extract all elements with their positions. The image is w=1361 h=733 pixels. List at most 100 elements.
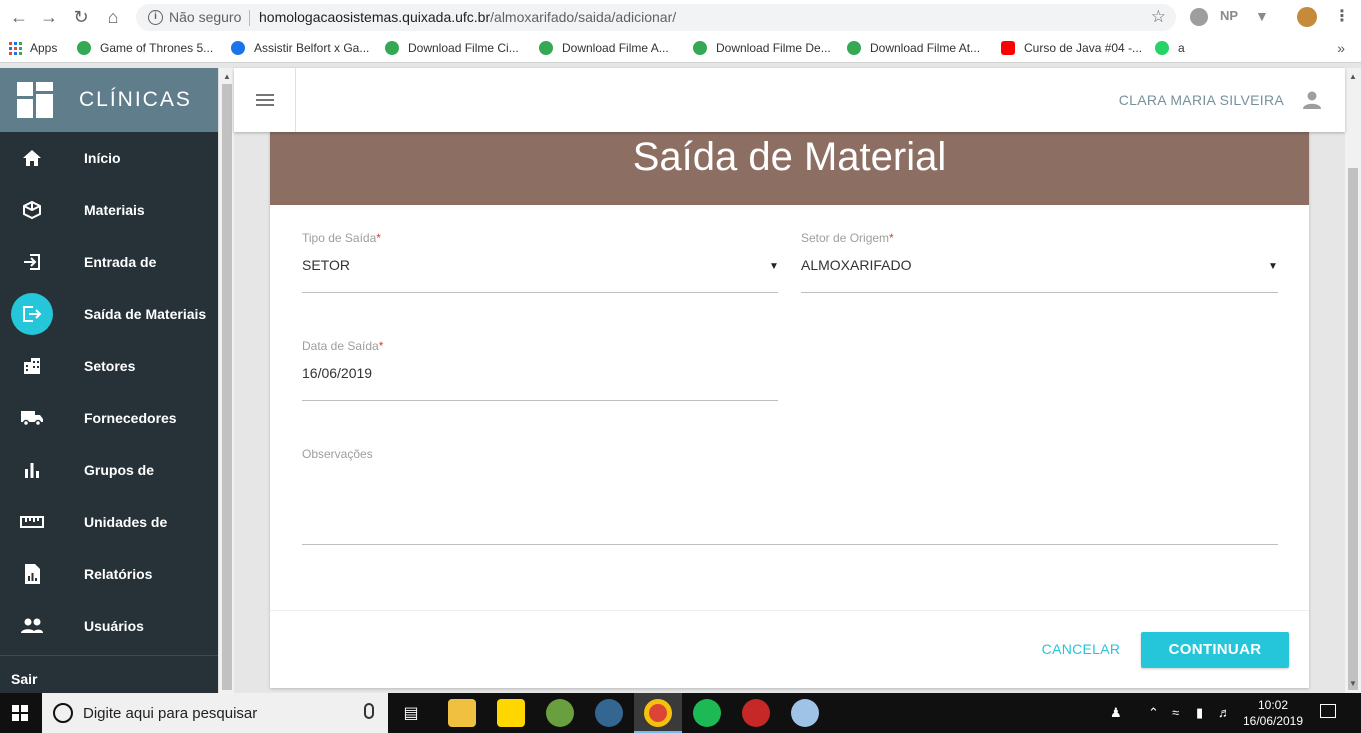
- extension-vpn-icon[interactable]: ▼: [1255, 8, 1269, 26]
- field-underline: [801, 292, 1278, 293]
- sidebar-item-usuarios[interactable]: Usuários: [0, 600, 218, 652]
- bookmark-item[interactable]: Download Filme A...: [539, 41, 669, 55]
- back-icon[interactable]: ←: [8, 6, 30, 28]
- volume-icon[interactable]: ♬: [1218, 705, 1231, 720]
- search-placeholder: Digite aqui para pesquisar: [83, 705, 258, 722]
- taskbar-search[interactable]: Digite aqui para pesquisar: [42, 693, 388, 733]
- setor-origem-select[interactable]: Setor de Origem* ALMOXARIFADO ▼: [801, 231, 1278, 293]
- whatsapp-icon: [1155, 41, 1169, 55]
- windows-logo-icon: [12, 705, 28, 721]
- bookmark-label: Download Filme De...: [716, 41, 831, 55]
- truck-icon: [16, 402, 48, 434]
- sidebar-scroll-thumb[interactable]: [222, 84, 232, 690]
- security-label: Não seguro: [169, 9, 242, 25]
- sidebar-item-entrada[interactable]: Entrada de: [0, 236, 218, 288]
- scroll-up-arrow-icon[interactable]: ▲: [1349, 72, 1357, 81]
- sidebar-item-label: Unidades de: [84, 514, 168, 530]
- people-tray-icon[interactable]: ♟: [1110, 705, 1122, 721]
- sticky-notes-icon[interactable]: [497, 699, 525, 727]
- logout-link[interactable]: Sair: [11, 671, 37, 687]
- bookmark-item[interactable]: Download Filme De...: [693, 41, 831, 55]
- forward-icon[interactable]: →: [38, 6, 60, 28]
- sidebar-item-saida[interactable]: Saída de Materiais: [0, 288, 218, 340]
- page-scroll-thumb[interactable]: [1348, 168, 1358, 690]
- bookmark-item[interactable]: Download Filme At...: [847, 41, 980, 55]
- dropdown-arrow-icon: ▼: [769, 261, 779, 272]
- info-icon[interactable]: i: [148, 10, 163, 25]
- bookmark-item[interactable]: Assistir Belfort x Ga...: [231, 41, 369, 55]
- app-header: CLARA MARIA SILVEIRA: [234, 68, 1345, 132]
- people-icon: [16, 610, 48, 642]
- bookmark-item[interactable]: Download Filme Ci...: [385, 41, 519, 55]
- sidebar-item-setores[interactable]: Setores: [0, 340, 218, 392]
- scroll-up-arrow-icon[interactable]: ▲: [223, 72, 231, 81]
- browser-menu-icon[interactable]: ⋮: [1334, 6, 1350, 25]
- extension-np-label: NP: [1220, 8, 1239, 23]
- home-icon[interactable]: ⌂: [102, 6, 124, 28]
- sidebar-item-inicio[interactable]: Início: [0, 132, 218, 184]
- menu-toggle-button[interactable]: [234, 68, 296, 132]
- field-underline: [302, 544, 1278, 545]
- field-underline: [302, 400, 778, 401]
- bookmark-apps[interactable]: Apps: [9, 41, 57, 55]
- wifi-icon[interactable]: ≈: [1172, 705, 1179, 720]
- profile-avatar[interactable]: [1297, 7, 1317, 27]
- sidebar-item-label: Grupos de: [84, 462, 155, 478]
- page-scrollbar[interactable]: ▲ ▼: [1345, 68, 1361, 693]
- sidebar-item-relatorios[interactable]: Relatórios: [0, 548, 218, 600]
- bookmark-label: Apps: [30, 41, 58, 55]
- battery-icon[interactable]: ▮: [1196, 705, 1203, 721]
- data-saida-field[interactable]: Data de Saída* 16/06/2019: [302, 339, 778, 401]
- logout-icon: [11, 293, 53, 335]
- required-mark: *: [889, 231, 894, 245]
- start-button[interactable]: [0, 693, 40, 733]
- sidebar-item-fornecedores[interactable]: Fornecedores: [0, 392, 218, 444]
- cancel-button[interactable]: CANCELAR: [1036, 637, 1126, 661]
- observacoes-textarea[interactable]: Observações: [302, 447, 1278, 545]
- file-explorer-icon[interactable]: [448, 699, 476, 727]
- bookmark-item[interactable]: Game of Thrones 5...: [77, 41, 213, 55]
- bookmark-item[interactable]: Curso de Java #04 -...: [1001, 41, 1142, 55]
- user-name[interactable]: CLARA MARIA SILVEIRA: [1119, 92, 1284, 108]
- sidebar-scrollbar[interactable]: ▲: [218, 68, 234, 693]
- bookmark-label: Curso de Java #04 -...: [1024, 41, 1143, 55]
- user-account-icon[interactable]: [1301, 89, 1323, 111]
- sidebar-item-materiais[interactable]: Materiais: [0, 184, 218, 236]
- url-text[interactable]: homologacaosistemas.quixada.ufc.br/almox…: [259, 9, 676, 25]
- system-clock[interactable]: 10:02 16/06/2019: [1240, 697, 1306, 729]
- bookmark-label: Game of Thrones 5...: [100, 41, 214, 55]
- url-host: homologacaosistemas.quixada.ufc.br: [259, 9, 491, 25]
- address-bar[interactable]: i Não seguro homologacaosistemas.quixada…: [136, 4, 1176, 31]
- sidebar-item-unidades[interactable]: Unidades de: [0, 496, 218, 548]
- sidebar-item-label: Início: [84, 150, 121, 166]
- chrome-icon[interactable]: [644, 699, 672, 727]
- bookmark-favicon-icon: [231, 41, 245, 55]
- brand: CLÍNICAS: [0, 68, 218, 132]
- spotify-icon[interactable]: [693, 699, 721, 727]
- android-studio-icon[interactable]: [546, 699, 574, 727]
- observacoes-label: Observações: [302, 447, 373, 461]
- tipo-saida-select[interactable]: Tipo de Saída* SETOR ▼: [302, 231, 779, 293]
- scroll-down-arrow-icon[interactable]: ▼: [1349, 679, 1357, 688]
- git-client-icon[interactable]: [742, 699, 770, 727]
- form-card: Saída de Material Tipo de Saída* SETOR ▼…: [270, 132, 1309, 688]
- sidebar-item-grupos[interactable]: Grupos de: [0, 444, 218, 496]
- extension-discord-icon[interactable]: [1190, 8, 1208, 26]
- postgresql-icon[interactable]: [595, 699, 623, 727]
- reload-icon[interactable]: ↻: [70, 6, 92, 28]
- tray-chevron-icon[interactable]: ⌃: [1148, 705, 1159, 721]
- task-view-icon[interactable]: ▤: [397, 699, 425, 727]
- continue-button[interactable]: CONTINUAR: [1141, 632, 1289, 668]
- browser-toolbar: ← → ↻ ⌂ i Não seguro homologacaosistemas…: [0, 0, 1361, 35]
- notification-center-icon[interactable]: [1320, 704, 1336, 718]
- bookmarks-overflow-icon[interactable]: »: [1337, 40, 1345, 56]
- extension-np-icon[interactable]: NP: [1220, 8, 1238, 26]
- address-divider: [249, 10, 250, 26]
- bookmark-star-icon[interactable]: ☆: [1151, 7, 1166, 27]
- paint-icon[interactable]: [791, 699, 819, 727]
- dashboard-logo-icon: [17, 82, 53, 118]
- bookmark-item[interactable]: a: [1155, 41, 1185, 55]
- microphone-icon[interactable]: [364, 703, 374, 719]
- bookmarks-bar: Apps Game of Thrones 5... Assistir Belfo…: [0, 35, 1361, 63]
- brand-title: CLÍNICAS: [79, 88, 192, 111]
